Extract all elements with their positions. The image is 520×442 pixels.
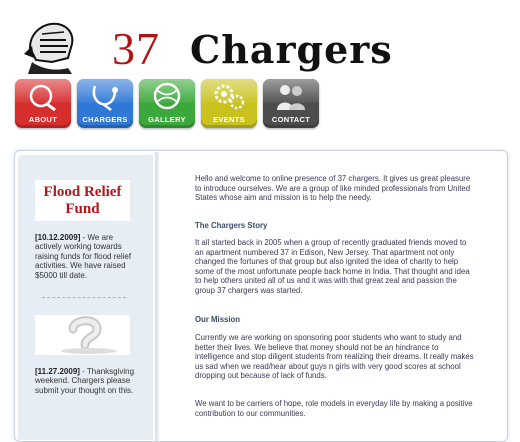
nav-events-label: EVENTS	[213, 115, 245, 124]
nav-about-button[interactable]: ABOUT	[15, 79, 71, 128]
stethoscope-icon	[92, 85, 118, 111]
news-item-1: [10.12.2009] - We are actively working t…	[35, 233, 135, 280]
people-icon	[277, 85, 305, 110]
flood-title-line2: Fund	[65, 201, 100, 217]
logo-word: Chargers	[190, 27, 393, 72]
news-date: [10.12.2009]	[35, 233, 81, 242]
nav-gallery-label: GALLERY	[148, 115, 186, 124]
news-item-2: [11.27.2009] - Thanksgiving weekend. Cha…	[35, 367, 135, 395]
question-mark-icon	[61, 316, 117, 354]
nav-contact-label: CONTACT	[271, 115, 311, 124]
story-heading: The Chargers Story	[195, 221, 268, 230]
nav-chargers-label: CHARGERS	[82, 115, 128, 124]
nav-about-label: ABOUT	[28, 115, 58, 124]
nav-contact-button[interactable]: CONTACT	[263, 79, 319, 128]
knight-helmet-icon	[24, 22, 74, 74]
closing-paragraph: We want to be carriers of hope, role mod…	[195, 399, 473, 418]
gears-icon	[214, 84, 245, 110]
ball-icon	[153, 82, 181, 110]
logo-number: 37	[112, 23, 160, 74]
question-mark-image	[35, 315, 130, 355]
news-date: [11.27.2009]	[35, 367, 80, 376]
flood-relief-banner[interactable]: Flood Relief Fund	[35, 180, 130, 221]
nav-events-button[interactable]: EVENTS	[201, 79, 257, 128]
intro-paragraph: Hello and welcome to online presence of …	[195, 174, 471, 203]
mission-heading: Our Mission	[195, 315, 241, 324]
site-logo[interactable]: 37 Chargers	[22, 18, 402, 76]
sidebar-separator	[42, 297, 126, 298]
story-paragraph: It all started back in 2005 when a group…	[195, 238, 470, 295]
badge-icon	[29, 84, 56, 112]
flood-title-line1: Flood Relief	[43, 184, 122, 200]
nav-chargers-button[interactable]: CHARGERS	[77, 79, 133, 128]
nav-gallery-button[interactable]: GALLERY	[139, 79, 195, 128]
sidebar-divider	[155, 152, 159, 441]
mission-paragraph: Currently we are working on sponsoring p…	[195, 333, 474, 381]
